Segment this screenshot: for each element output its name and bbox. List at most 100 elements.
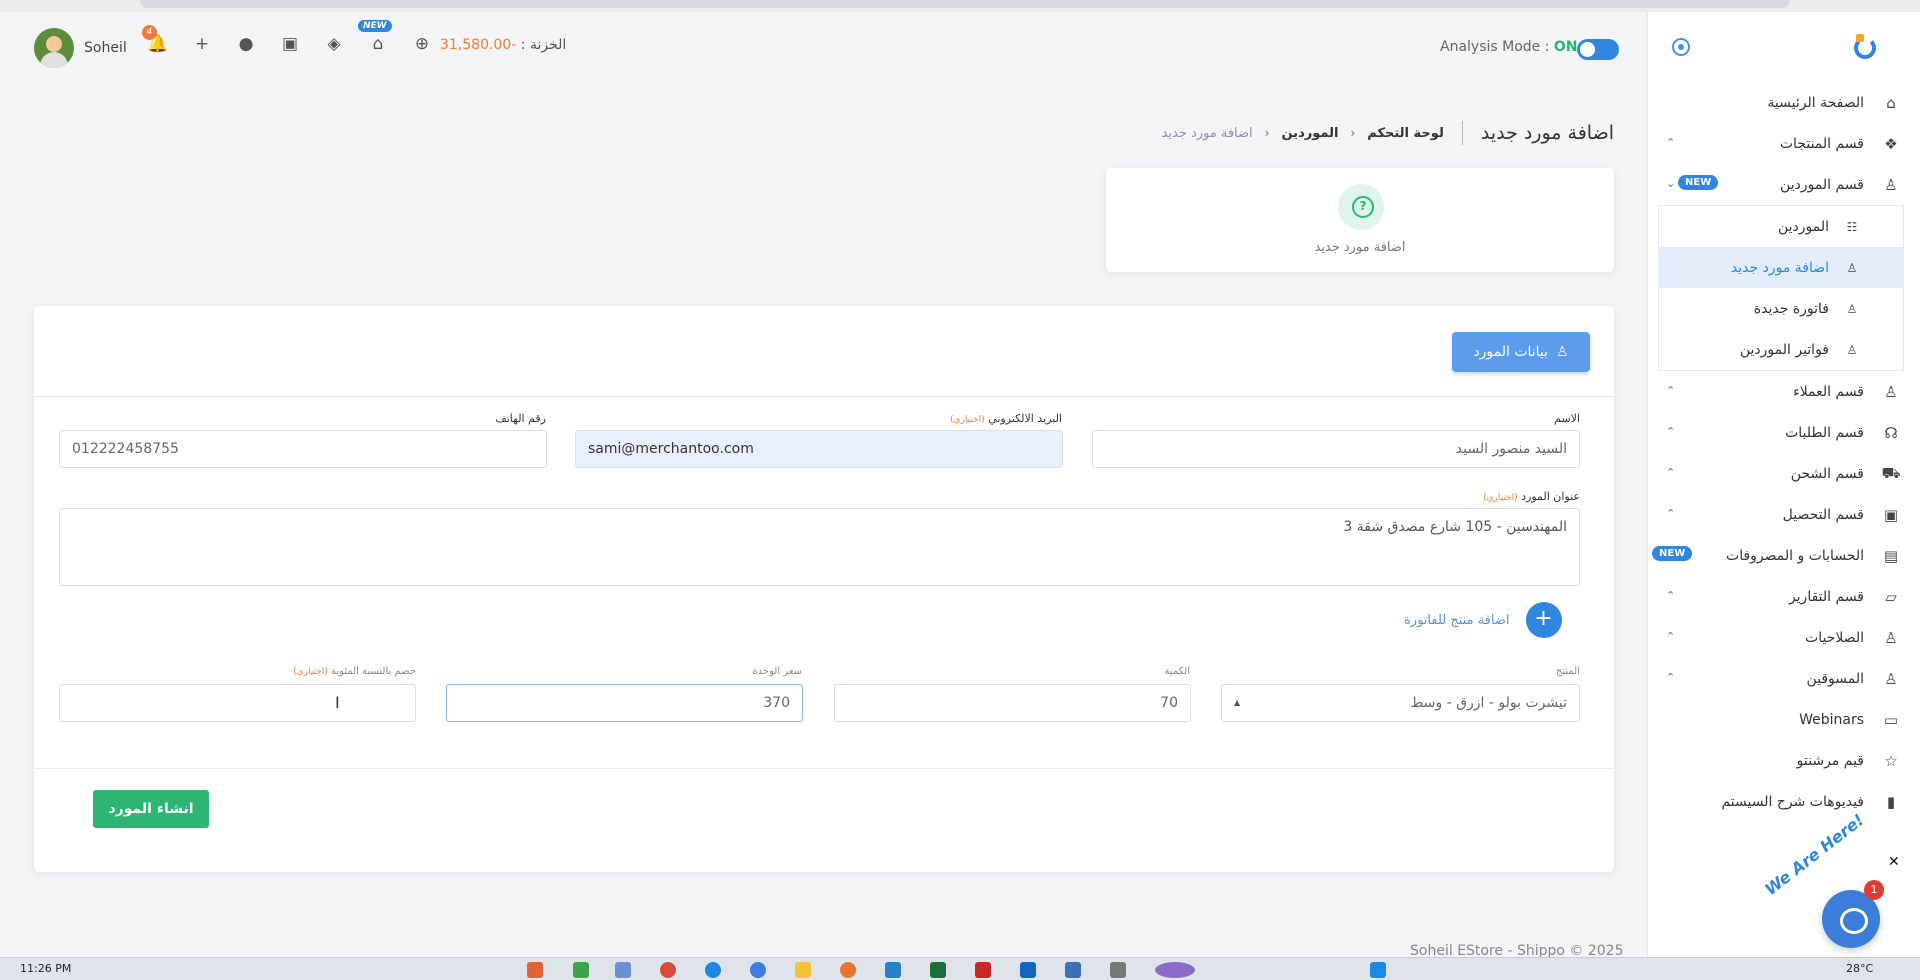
sidebar-item-accounts[interactable]: ▤ الحسابات و المصروفات NEW <box>1648 535 1920 576</box>
video-icon: ▭ <box>1883 710 1899 729</box>
plus-icon[interactable]: + <box>1525 602 1562 638</box>
chevron-up-icon: ⌃ <box>1666 630 1676 643</box>
avatar[interactable] <box>34 28 74 68</box>
sidebar-item-shipping[interactable]: ⛟ قسم الشحن ⌃ <box>1648 453 1920 494</box>
unit-price-field[interactable]: 370 <box>446 684 803 722</box>
user-icon: ♙ <box>1884 382 1898 401</box>
sidebar-item-marketers[interactable]: ♙ المسوقين ⌃ <box>1648 658 1920 699</box>
create-supplier-button[interactable]: انشاء المورد <box>93 790 209 828</box>
camera-icon[interactable]: ▣ <box>278 34 302 54</box>
chevron-up-icon: ⌃ <box>1666 425 1676 438</box>
product-select[interactable]: تيشرت بولو - ازرق - وسط ▲ <box>1221 684 1580 722</box>
close-icon[interactable]: ✕ <box>1888 854 1900 870</box>
email-field[interactable]: sami@merchantoo.com <box>575 430 1063 468</box>
folder-icon[interactable] <box>795 962 811 978</box>
clock: 11:26 PM <box>20 962 72 975</box>
app-icon[interactable] <box>705 962 721 978</box>
breadcrumb-current: اضافة مورد جديد <box>1161 125 1253 141</box>
user-menu[interactable]: Soheil <box>34 28 127 68</box>
breadcrumb-dashboard[interactable]: لوحة التحكم <box>1367 126 1444 141</box>
bell-icon[interactable]: 🔔 4 <box>142 25 170 54</box>
page-title: اضافة مورد جديد <box>1480 122 1614 144</box>
user-list-icon: ☷ <box>1846 219 1858 234</box>
sidebar-item-home[interactable]: ⌂ الصفحة الرئيسية <box>1648 82 1920 123</box>
email-label: البريد الالكتروني (اختياري) <box>950 412 1062 425</box>
app-icon[interactable] <box>885 962 901 978</box>
excel-icon[interactable] <box>930 962 946 978</box>
breadcrumb-suppliers[interactable]: الموردين <box>1281 126 1338 141</box>
tab-label: بيانات المورد <box>1473 344 1549 360</box>
analysis-label: Analysis Mode : <box>1440 39 1550 55</box>
sidebar-item-customers[interactable]: ♙ قسم العملاء ⌃ <box>1648 371 1920 412</box>
sidebar-item-reports[interactable]: ▱ قسم التقارير ⌃ <box>1648 576 1920 617</box>
sidebar-item-orders[interactable]: ☊ قسم الطلبات ⌃ <box>1648 412 1920 453</box>
app-icon[interactable] <box>975 962 991 978</box>
phone-label: رقم الهاتف <box>495 412 546 425</box>
help-card[interactable]: اضافة مورد جديد <box>1106 168 1614 272</box>
app-icon[interactable] <box>1370 962 1386 978</box>
user-plus-icon: ♙ <box>1846 260 1858 275</box>
plus-icon[interactable]: + <box>190 34 214 54</box>
money-icon: ▣ <box>1883 505 1899 524</box>
chevron-up-icon: ⌃ <box>1666 466 1676 479</box>
sidebar-item-rate[interactable]: ☆ قيم مرشنتو <box>1648 740 1920 781</box>
address-textarea[interactable]: المهندسين - 105 شارع مصدق شقة 3 <box>59 508 1580 586</box>
sidebar-subitem-add-supplier[interactable]: ♙ اضافة مورد جديد <box>1659 247 1903 288</box>
app-icon[interactable] <box>840 962 856 978</box>
headset-icon: ☊ <box>1884 423 1898 442</box>
chat-count: 1 <box>1864 880 1884 900</box>
top-bar: Soheil 🔔 4 + ● ▣ ◈ ⌂ NEW ⊕ الخزنة : -31,58… <box>0 12 1647 82</box>
name-field[interactable]: السيد منصور السيد <box>1092 430 1580 468</box>
balance-value: -31,580.00 <box>440 37 517 53</box>
edge-icon[interactable] <box>750 962 766 978</box>
user-icon: ♙ <box>1884 175 1898 194</box>
name-label: الاسم <box>1554 412 1580 425</box>
sidebar-item-collection[interactable]: ▣ قسم التحصيل ⌃ <box>1648 494 1920 535</box>
sidebar-item-products[interactable]: ❖ قسم المنتجات ⌃ <box>1648 123 1920 164</box>
quantity-field[interactable]: 70 <box>834 684 1191 722</box>
chrome-icon[interactable] <box>660 962 676 978</box>
suppliers-submenu: ☷ الموردين ♙ اضافة مورد جديد ♙ فاتورة جديدة… <box>1658 205 1904 371</box>
supplier-data-tab[interactable]: ♙ بيانات المورد <box>1452 332 1590 372</box>
chat-widget[interactable]: ✕ We Are Here! 1 <box>1761 810 1908 954</box>
new-badge: NEW <box>1652 546 1693 561</box>
page-header: اضافة مورد جديد لوحة التحكم ‹ الموردين ‹… <box>1100 118 1614 148</box>
app-icon[interactable] <box>527 962 543 978</box>
address-bar[interactable] <box>140 0 1790 8</box>
add-product-row[interactable]: + اضافة منتج للفاتورة <box>1404 602 1562 638</box>
analysis-toggle[interactable] <box>1577 39 1619 60</box>
report-icon: ▱ <box>1885 587 1897 606</box>
sidebar-item-permissions[interactable]: ♙ الصلاحيات ⌃ <box>1648 617 1920 658</box>
target-icon[interactable] <box>1672 38 1690 56</box>
chevron-up-icon: ⌃ <box>1666 671 1676 684</box>
chevron-up-icon: ⌃ <box>1666 136 1676 149</box>
app-icon[interactable] <box>615 962 631 978</box>
sidebar-subitem-new-invoice[interactable]: ♙ فاتورة جديدة <box>1659 288 1903 329</box>
store-icon[interactable]: ⌂ NEW <box>358 20 392 54</box>
globe-icon[interactable]: ⊕ <box>410 34 434 54</box>
discount-field[interactable]: I <box>59 684 416 722</box>
new-badge: NEW <box>358 20 392 32</box>
sidebar-item-suppliers[interactable]: ♙ قسم الموردين NEW ⌄ <box>1648 164 1920 205</box>
app-icon[interactable] <box>1065 962 1081 978</box>
divider <box>34 396 1614 397</box>
logo[interactable] <box>1853 34 1879 60</box>
add-product-link[interactable]: اضافة منتج للفاتورة <box>1404 613 1510 628</box>
user-icon: ♙ <box>1884 628 1898 647</box>
app-icon[interactable] <box>1110 962 1126 978</box>
app-icon[interactable] <box>1155 962 1195 978</box>
sidebar-item-videos[interactable]: ▮ فيديوهات شرح السيستم <box>1648 781 1920 822</box>
phone-field[interactable]: 012222458755 <box>59 430 547 468</box>
book-icon: ▮ <box>1886 792 1896 811</box>
os-taskbar: 11:26 PM 28°C <box>0 957 1920 980</box>
chevron-up-icon: ⌃ <box>1666 589 1676 602</box>
app-icon[interactable] <box>573 962 589 978</box>
p-icon[interactable]: ● <box>234 34 258 54</box>
app-icon[interactable] <box>1020 962 1036 978</box>
sidebar-subitem-suppliers[interactable]: ☷ الموردين <box>1659 206 1903 247</box>
sidebar-subitem-supplier-invoices[interactable]: ♙ فواتير الموردين <box>1659 329 1903 370</box>
chevron-down-icon: ⌄ <box>1666 177 1676 190</box>
star-icon: ☆ <box>1884 751 1898 770</box>
box-icon[interactable]: ◈ <box>322 34 346 54</box>
sidebar-item-webinars[interactable]: ▭ Webinars <box>1648 699 1920 740</box>
